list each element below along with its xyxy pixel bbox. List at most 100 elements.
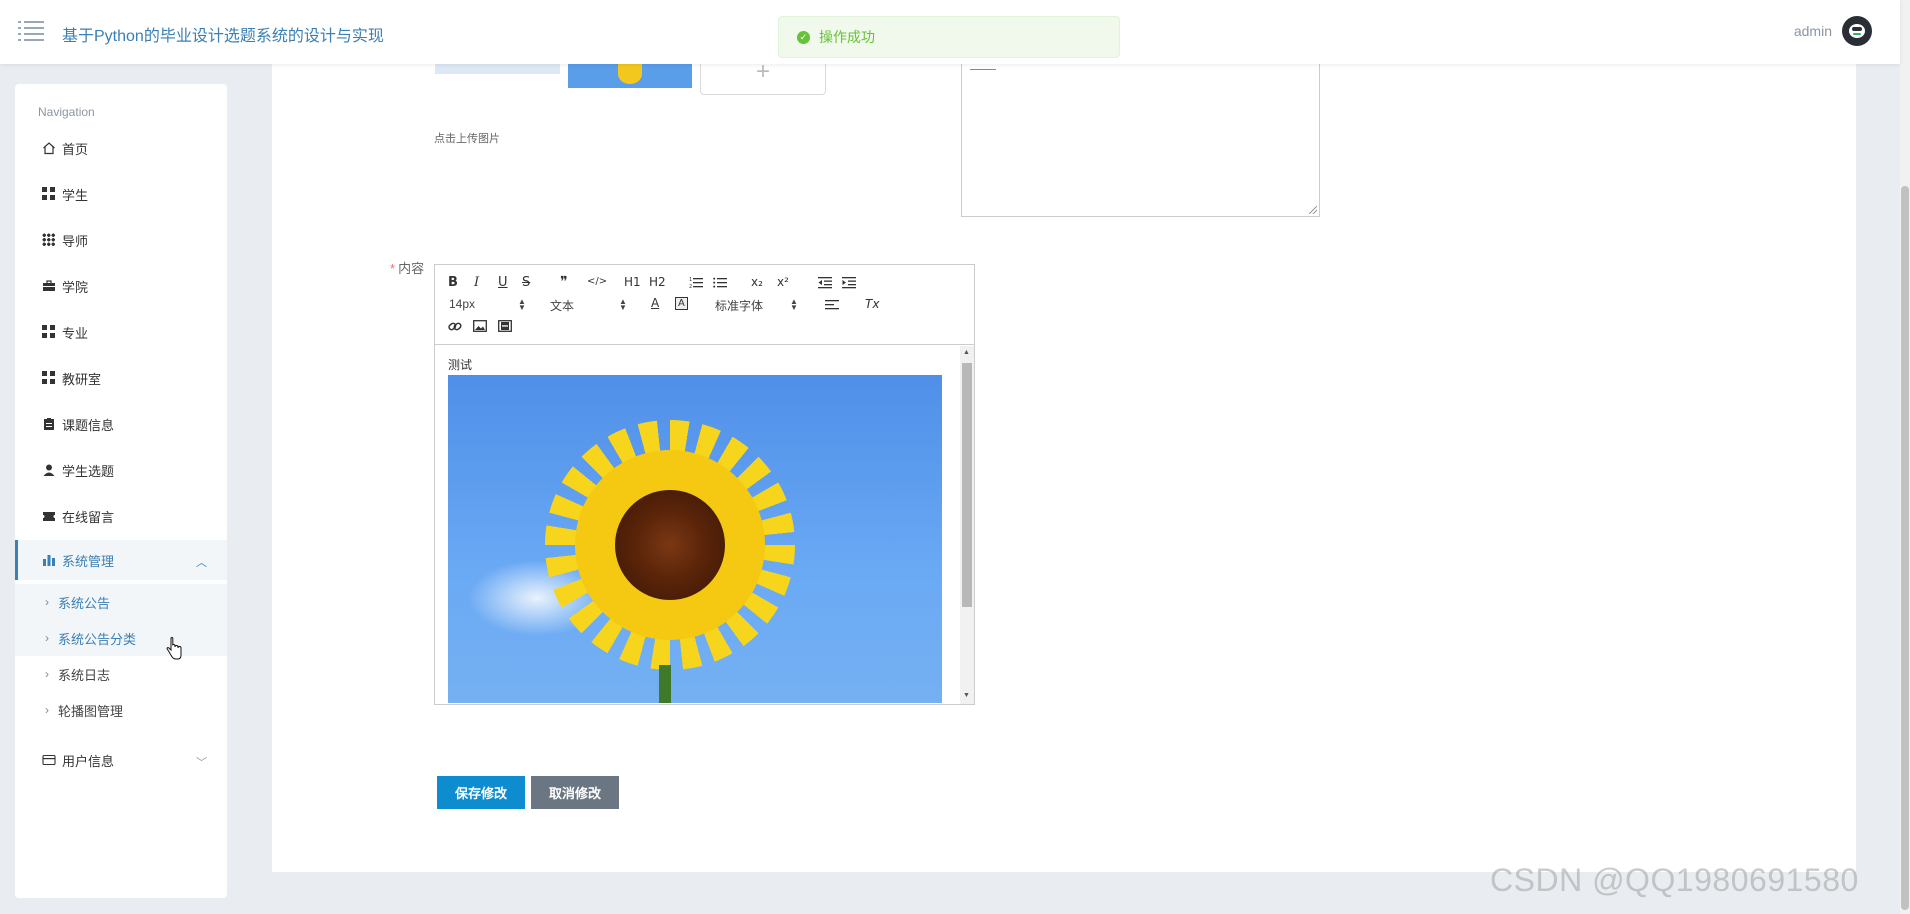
sidebar-item-label: 学生	[62, 187, 89, 203]
editor-toolbar: B I U S ❞ </> H1 H2 12 x₂ x² 14px ▲ ▼ 文本 ▲ ▼…	[435, 265, 974, 345]
nav-section-label: Navigation	[38, 105, 95, 119]
background-color-button[interactable]: A	[675, 297, 688, 310]
username[interactable]: admin	[1794, 23, 1832, 39]
sidebar-item-label: 学生选题	[62, 463, 115, 479]
content-label-text: 内容	[398, 261, 425, 276]
scroll-down-arrow-icon[interactable]: ▼	[963, 692, 970, 699]
sidebar-item-home[interactable]: 首页	[15, 128, 227, 168]
sidebar-item-label: 用户信息	[62, 753, 115, 769]
sidebar-subitem-label: 系统公告分类	[58, 631, 137, 647]
sidebar-item-label: 导师	[62, 233, 89, 249]
image-icon[interactable]	[473, 320, 487, 332]
user-icon	[43, 464, 55, 476]
subscript-button[interactable]: x₂	[751, 275, 763, 289]
sunflower-image	[448, 375, 942, 703]
sidebar-item-label: 课题信息	[62, 417, 115, 433]
sidebar-item-label: 专业	[62, 325, 89, 341]
avatar[interactable]	[1842, 16, 1872, 46]
blockquote-button[interactable]: ❞	[560, 274, 568, 290]
sidebar-subitem-carousel[interactable]: › 轮播图管理	[15, 692, 227, 728]
content-label: * 内容	[390, 258, 424, 277]
underline-button[interactable]: U	[498, 275, 508, 290]
toast-message: 操作成功	[819, 29, 875, 45]
sidebar-subitem-label: 系统日志	[58, 667, 111, 683]
page-scrollbar-thumb[interactable]	[1901, 186, 1909, 910]
sidebar-item-label: 首页	[62, 141, 89, 157]
uploaded-image-thumbnail[interactable]	[568, 64, 692, 88]
watermark: CSDN @QQ1980691580	[1490, 862, 1859, 898]
hand-cursor-icon	[166, 637, 182, 660]
editor-scrollbar-thumb[interactable]	[962, 363, 972, 607]
main-content: + 点击上传图片 * 内容 B I U S ❞ </> H1 H2 12 x₂ x…	[272, 0, 1856, 872]
sidebar-item-students[interactable]: 学生	[15, 174, 227, 214]
sunflower-stem	[659, 665, 671, 703]
sidebar-item-student-selection[interactable]: 学生选题	[15, 450, 227, 490]
description-textarea[interactable]	[961, 64, 1320, 217]
grid-icon	[42, 187, 56, 201]
sort-caret-icon: ▲ ▼	[790, 297, 798, 312]
editor-scrollbar[interactable]: ▲ ▼	[960, 346, 974, 704]
sidebar-item-colleges[interactable]: 学院	[15, 266, 227, 306]
sidebar-subitem-label: 轮播图管理	[58, 703, 124, 719]
clear-format-button[interactable]: Tx	[865, 297, 879, 311]
sidebar-item-system-management[interactable]: 系统管理 ︿	[15, 540, 227, 580]
video-icon[interactable]	[498, 320, 512, 332]
sidebar-item-majors[interactable]: 专业	[15, 312, 227, 352]
textarea-text-fragment	[970, 64, 996, 70]
italic-button[interactable]: I	[474, 275, 479, 290]
svg-text:1: 1	[689, 277, 692, 283]
chevron-right-icon: ›	[45, 667, 49, 681]
sidebar-item-research-rooms[interactable]: 教研室	[15, 358, 227, 398]
superscript-button[interactable]: x²	[777, 275, 789, 289]
sidebar-item-label: 教研室	[62, 371, 102, 387]
header-picker[interactable]: 文本 ▲ ▼	[550, 297, 627, 314]
font-family-value: 标准字体	[715, 299, 764, 313]
editor-text-line: 测试	[448, 358, 473, 372]
sort-caret-icon: ▲ ▼	[619, 297, 627, 312]
app-title: 基于Python的毕业设计选题系统的设计与实现	[62, 28, 384, 45]
home-icon	[43, 142, 55, 155]
h1-button[interactable]: H1	[624, 275, 641, 289]
success-toast: ✓ 操作成功	[778, 16, 1120, 58]
clipboard-icon	[44, 418, 54, 430]
bullet-list-icon[interactable]	[713, 276, 727, 289]
indent-icon[interactable]	[842, 276, 856, 289]
font-size-value: 14px	[449, 297, 476, 311]
sidebar-subitem-system-log[interactable]: › 系统日志	[15, 656, 227, 692]
sidebar-item-user-info[interactable]: 用户信息 ﹀	[15, 740, 227, 780]
save-button[interactable]: 保存修改	[437, 776, 525, 809]
font-family-picker[interactable]: 标准字体 ▲ ▼	[715, 297, 798, 314]
resize-grip-icon[interactable]	[1309, 206, 1317, 214]
sidebar-item-label: 在线留言	[62, 509, 115, 525]
strike-button[interactable]: S	[522, 275, 530, 290]
sort-caret-icon: ▲ ▼	[518, 297, 526, 312]
sidebar-subitem-announcements[interactable]: › 系统公告	[15, 584, 227, 620]
link-icon[interactable]	[448, 320, 462, 333]
sidebar-item-mentors[interactable]: 导师	[15, 220, 227, 260]
sidebar-subitem-announcement-categories[interactable]: › 系统公告分类	[15, 620, 227, 656]
sidebar: Navigation 首页 学生 导师 学院 专业 教研室 课题信息 学生选题 …	[15, 84, 227, 898]
sidebar-item-topics[interactable]: 课题信息	[15, 404, 227, 444]
scroll-up-arrow-icon[interactable]: ▲	[963, 349, 970, 356]
uploaded-image-thumbnail[interactable]	[435, 64, 560, 74]
font-size-picker[interactable]: 14px ▲ ▼	[449, 297, 526, 312]
cancel-button[interactable]: 取消修改	[531, 776, 619, 809]
align-left-icon[interactable]	[825, 299, 839, 311]
image-upload-button[interactable]: +	[700, 60, 826, 95]
chevron-right-icon: ›	[45, 595, 49, 609]
upload-hint: 点击上传图片	[434, 133, 500, 145]
user-menu[interactable]: admin	[1794, 16, 1872, 46]
editor-content-area[interactable]: 测试 ▲ ▼	[435, 346, 974, 704]
bar-chart-icon	[43, 555, 55, 566]
sidebar-item-label: 学院	[62, 279, 89, 295]
h2-button[interactable]: H2	[649, 275, 666, 289]
page-scrollbar[interactable]	[1900, 0, 1910, 914]
code-block-button[interactable]: </>	[587, 276, 607, 287]
outdent-icon[interactable]	[818, 276, 832, 289]
sidebar-item-messages[interactable]: 在线留言	[15, 496, 227, 536]
text-color-button[interactable]: A	[651, 296, 659, 310]
bold-button[interactable]: B	[448, 275, 458, 290]
ordered-list-icon[interactable]: 12	[689, 276, 703, 289]
menu-toggle-icon[interactable]	[18, 20, 44, 42]
required-marker: *	[390, 261, 396, 276]
